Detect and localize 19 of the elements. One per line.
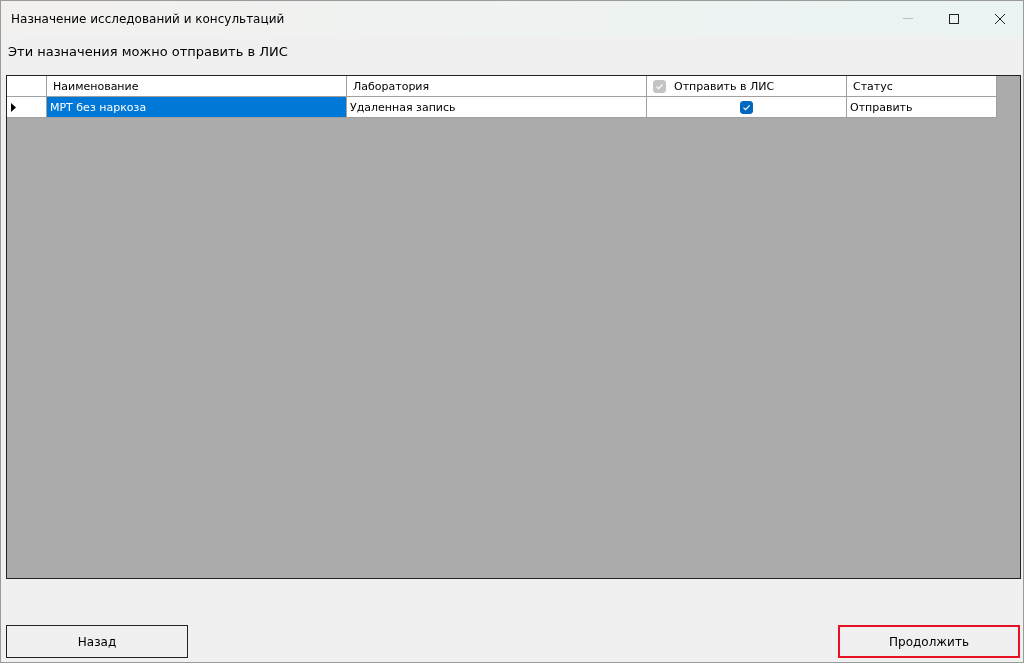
column-header-label: Отправить в ЛИС xyxy=(674,79,775,93)
column-header[interactable]: Наименование xyxy=(47,76,347,97)
table-cell: МРТ без наркоза xyxy=(47,97,347,118)
column-header[interactable]: Статус xyxy=(847,76,997,97)
checkbox[interactable] xyxy=(740,100,753,114)
row-header[interactable] xyxy=(7,97,47,118)
table-cell: Удаленная запись xyxy=(347,97,647,118)
check-icon xyxy=(655,81,664,91)
window-title: Назначение исследований и консультаций xyxy=(10,11,286,26)
message-text: Эти назначения можно отправить в ЛИС xyxy=(7,43,289,61)
table-cell: Отправить xyxy=(847,97,997,118)
continue-button[interactable]: Продолжить xyxy=(838,625,1020,658)
column-header[interactable]: Лаборатория xyxy=(347,76,647,97)
back-button[interactable]: Назад xyxy=(6,625,188,658)
maximize-icon[interactable] xyxy=(949,13,959,24)
close-icon[interactable] xyxy=(995,13,1005,24)
current-row-icon xyxy=(11,102,16,112)
column-header[interactable]: Отправить в ЛИС xyxy=(647,76,847,97)
check-icon xyxy=(742,102,751,112)
